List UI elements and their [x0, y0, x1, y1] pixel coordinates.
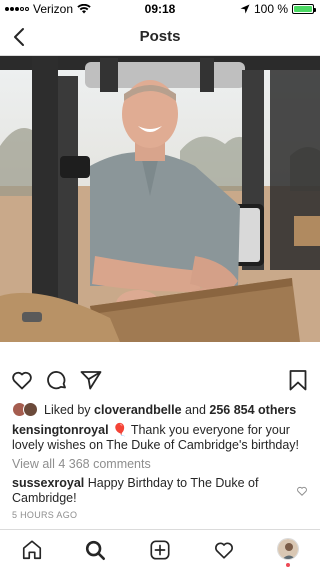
view-all-comments-link[interactable]: View all 4 368 comments: [12, 457, 151, 471]
post-timestamp: 5 HOURS AGO: [12, 510, 78, 520]
profile-avatar[interactable]: [277, 538, 299, 560]
post-actions: [0, 368, 320, 392]
likes-text: Liked by cloverandbelle and 256 854 othe…: [44, 403, 296, 417]
profile-avatar-image: [278, 539, 298, 559]
bookmark-icon[interactable]: [286, 368, 310, 392]
post-caption: kensingtonroyal 🎈 Thank you everyone for…: [12, 423, 312, 453]
liker-avatars: [12, 402, 40, 418]
share-icon[interactable]: [79, 368, 103, 392]
nav-bar: Posts: [0, 18, 320, 56]
comment-username[interactable]: sussexroyal: [12, 476, 84, 490]
page-title: Posts: [139, 28, 181, 45]
heart-icon[interactable]: [10, 368, 34, 392]
search-icon[interactable]: [84, 539, 106, 561]
tab-bar: [0, 529, 320, 569]
post-photo[interactable]: [0, 56, 320, 342]
battery-fill: [294, 6, 312, 12]
likes-count[interactable]: 256 854 others: [209, 403, 296, 417]
status-right: 100 %: [240, 2, 316, 16]
activity-heart-icon[interactable]: [213, 539, 235, 561]
comment-icon[interactable]: [45, 368, 69, 392]
battery-icon: [292, 4, 316, 14]
battery-percent: 100 %: [253, 2, 288, 16]
new-post-icon[interactable]: [149, 539, 171, 561]
caption-username[interactable]: kensingtonroyal: [12, 423, 109, 437]
notification-dot: [286, 563, 290, 567]
comment: sussexroyal Happy Birthday to The Duke o…: [12, 476, 282, 506]
location-arrow-icon: [240, 4, 250, 14]
avatar: [23, 402, 38, 417]
comment-heart-icon[interactable]: [296, 485, 308, 497]
post-photo-illustration: [0, 56, 320, 342]
likes-middle: and: [181, 403, 210, 417]
likes-prefix: Liked by: [44, 403, 95, 417]
status-bar: Verizon 09:18 100 %: [0, 0, 320, 18]
home-icon[interactable]: [21, 539, 43, 561]
liker-username[interactable]: cloverandbelle: [94, 403, 182, 417]
likes-row[interactable]: Liked by cloverandbelle and 256 854 othe…: [12, 401, 312, 419]
